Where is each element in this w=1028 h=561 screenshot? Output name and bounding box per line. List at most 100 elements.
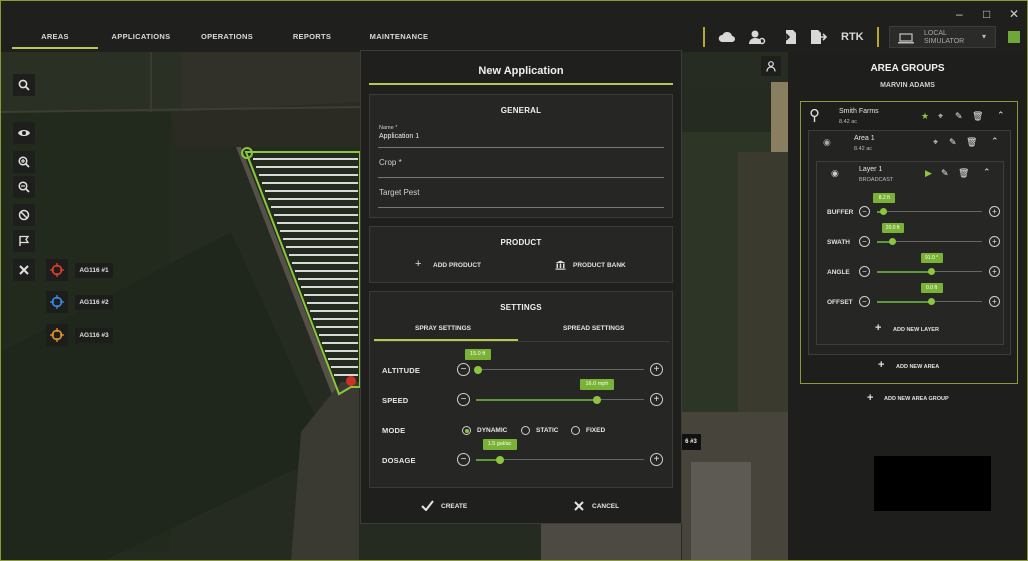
crop-label: Crop * bbox=[379, 158, 402, 167]
slider-thumb[interactable] bbox=[888, 238, 896, 245]
close-button[interactable]: ✕ bbox=[1009, 7, 1019, 21]
add-new-layer-button[interactable]: ADD NEW LAYER bbox=[893, 327, 939, 333]
area-acres: 8.42 ac bbox=[854, 146, 873, 152]
maximize-button[interactable]: □ bbox=[983, 7, 990, 21]
simulator-select[interactable]: LOCAL SIMULATOR ▾ bbox=[889, 26, 996, 48]
speed-decrease-button[interactable]: − bbox=[457, 393, 470, 406]
chevron-up-icon[interactable]: ⌃ bbox=[991, 136, 999, 147]
crosshair-icon[interactable]: ⌖ bbox=[938, 111, 943, 122]
slider-track[interactable] bbox=[877, 211, 982, 212]
plus-icon: + bbox=[867, 392, 874, 404]
speed-slider-thumb[interactable] bbox=[592, 396, 601, 404]
location-pin-icon bbox=[810, 109, 819, 122]
altitude-decrease-button[interactable]: − bbox=[457, 363, 470, 376]
altitude-label: ALTITUDE bbox=[382, 366, 421, 375]
trash-icon[interactable]: 🗑 bbox=[972, 111, 983, 122]
settings-title: SETTINGS bbox=[500, 303, 542, 312]
speed-increase-button[interactable]: + bbox=[650, 393, 663, 406]
aircraft-target-1[interactable] bbox=[46, 259, 68, 281]
slider-increase-button[interactable]: + bbox=[989, 236, 1000, 247]
play-icon[interactable]: ▶ bbox=[925, 168, 932, 179]
dosage-increase-button[interactable]: + bbox=[650, 453, 663, 466]
altitude-track[interactable] bbox=[476, 369, 644, 370]
slider-decrease-button[interactable]: − bbox=[859, 296, 870, 307]
flag-button[interactable] bbox=[13, 230, 35, 252]
eye-icon[interactable]: ◉ bbox=[823, 137, 831, 148]
aircraft-target-2[interactable] bbox=[46, 291, 68, 313]
import-icon[interactable] bbox=[780, 29, 798, 45]
dosage-decrease-button[interactable]: − bbox=[457, 453, 470, 466]
slider-decrease-button[interactable]: − bbox=[859, 266, 870, 277]
no-fly-zone-button[interactable] bbox=[13, 204, 35, 226]
area-name: Area 1 bbox=[854, 135, 875, 142]
bank-icon bbox=[555, 260, 566, 270]
tab-spray-settings[interactable]: SPRAY SETTINGS bbox=[415, 325, 471, 332]
altitude-slider-thumb[interactable] bbox=[473, 366, 482, 374]
edit-icon[interactable]: ✎ bbox=[949, 137, 957, 148]
user-location-button[interactable] bbox=[761, 56, 781, 76]
edit-icon[interactable]: ✎ bbox=[941, 168, 949, 179]
name-value: Application 1 bbox=[379, 133, 420, 140]
crosshair-icon bbox=[50, 263, 64, 277]
slider-value: 0.0 ft bbox=[920, 283, 943, 293]
create-button[interactable]: CREATE bbox=[441, 503, 467, 510]
slider-decrease-button[interactable]: − bbox=[859, 206, 870, 217]
cancel-button[interactable]: CANCEL bbox=[592, 503, 619, 510]
user-settings-icon[interactable] bbox=[748, 29, 766, 45]
flag-icon bbox=[19, 235, 30, 246]
minimize-button[interactable]: – bbox=[956, 7, 963, 21]
tab-reports[interactable]: REPORTS bbox=[284, 32, 340, 41]
mode-dynamic-label: DYNAMIC bbox=[477, 427, 508, 434]
mode-static-radio[interactable] bbox=[521, 426, 530, 435]
tab-maintenance[interactable]: MAINTENANCE bbox=[361, 32, 437, 41]
speed-value: 16.0 mph bbox=[579, 379, 614, 390]
visibility-button[interactable] bbox=[13, 122, 35, 144]
add-product-button[interactable]: ADD PRODUCT bbox=[433, 262, 481, 269]
dosage-slider-thumb[interactable] bbox=[495, 456, 504, 464]
chevron-up-icon[interactable]: ⌃ bbox=[997, 110, 1005, 121]
clear-button[interactable] bbox=[13, 259, 35, 281]
general-section: GENERAL Name * Application 1 Crop * Targ… bbox=[369, 94, 673, 218]
product-bank-button[interactable]: PRODUCT BANK bbox=[573, 262, 626, 269]
simulator-label: LOCAL SIMULATOR bbox=[924, 30, 965, 45]
trash-icon[interactable]: 🗑 bbox=[966, 137, 977, 148]
slider-value: 8.2 ft bbox=[873, 193, 896, 203]
altitude-increase-button[interactable]: + bbox=[650, 363, 663, 376]
rtk-button[interactable]: RTK bbox=[841, 31, 864, 43]
slider-thumb[interactable] bbox=[927, 298, 935, 305]
slider-increase-button[interactable]: + bbox=[989, 206, 1000, 217]
zoom-out-button[interactable] bbox=[13, 176, 35, 198]
tab-spread-settings[interactable]: SPREAD SETTINGS bbox=[563, 325, 624, 332]
slider-increase-button[interactable]: + bbox=[989, 266, 1000, 277]
group-acres: 8.42 ac bbox=[839, 119, 858, 125]
slider-thumb[interactable] bbox=[880, 208, 888, 215]
slider-increase-button[interactable]: + bbox=[989, 296, 1000, 307]
crosshair-icon[interactable]: ⌖ bbox=[933, 137, 938, 148]
trash-icon[interactable]: 🗑 bbox=[958, 168, 969, 179]
eye-icon[interactable]: ◉ bbox=[831, 168, 839, 179]
area-card: ◉ Area 1 8.42 ac ⌖ ✎ 🗑 ⌃ ◉ Layer 1 BROAD… bbox=[808, 130, 1011, 355]
slider-label: ANGLE bbox=[827, 269, 850, 276]
star-icon[interactable]: ★ bbox=[921, 111, 929, 122]
aircraft-target-3[interactable] bbox=[46, 324, 68, 346]
tab-applications[interactable]: APPLICATIONS bbox=[107, 32, 175, 41]
close-icon bbox=[19, 265, 29, 275]
name-field[interactable]: Name * Application 1 bbox=[378, 123, 664, 148]
prohibited-icon bbox=[18, 209, 30, 221]
tab-areas[interactable]: AREAS bbox=[26, 32, 84, 41]
tab-operations[interactable]: OPERATIONS bbox=[196, 32, 258, 41]
edit-icon[interactable]: ✎ bbox=[955, 111, 963, 122]
crop-field[interactable]: Crop * bbox=[378, 153, 664, 178]
search-button[interactable] bbox=[13, 74, 35, 96]
slider-decrease-button[interactable]: − bbox=[859, 236, 870, 247]
chevron-up-icon[interactable]: ⌃ bbox=[983, 167, 991, 178]
zoom-in-button[interactable] bbox=[13, 151, 35, 173]
mode-fixed-radio[interactable] bbox=[571, 426, 580, 435]
slider-thumb[interactable] bbox=[927, 268, 935, 275]
add-new-area-button[interactable]: ADD NEW AREA bbox=[896, 364, 939, 370]
export-icon[interactable] bbox=[809, 29, 827, 45]
mode-dynamic-radio[interactable] bbox=[462, 426, 471, 435]
add-new-area-group-button[interactable]: ADD NEW AREA GROUP bbox=[884, 396, 949, 402]
cloud-icon[interactable] bbox=[718, 29, 736, 45]
target-pest-field[interactable]: Target Pest bbox=[378, 183, 664, 208]
